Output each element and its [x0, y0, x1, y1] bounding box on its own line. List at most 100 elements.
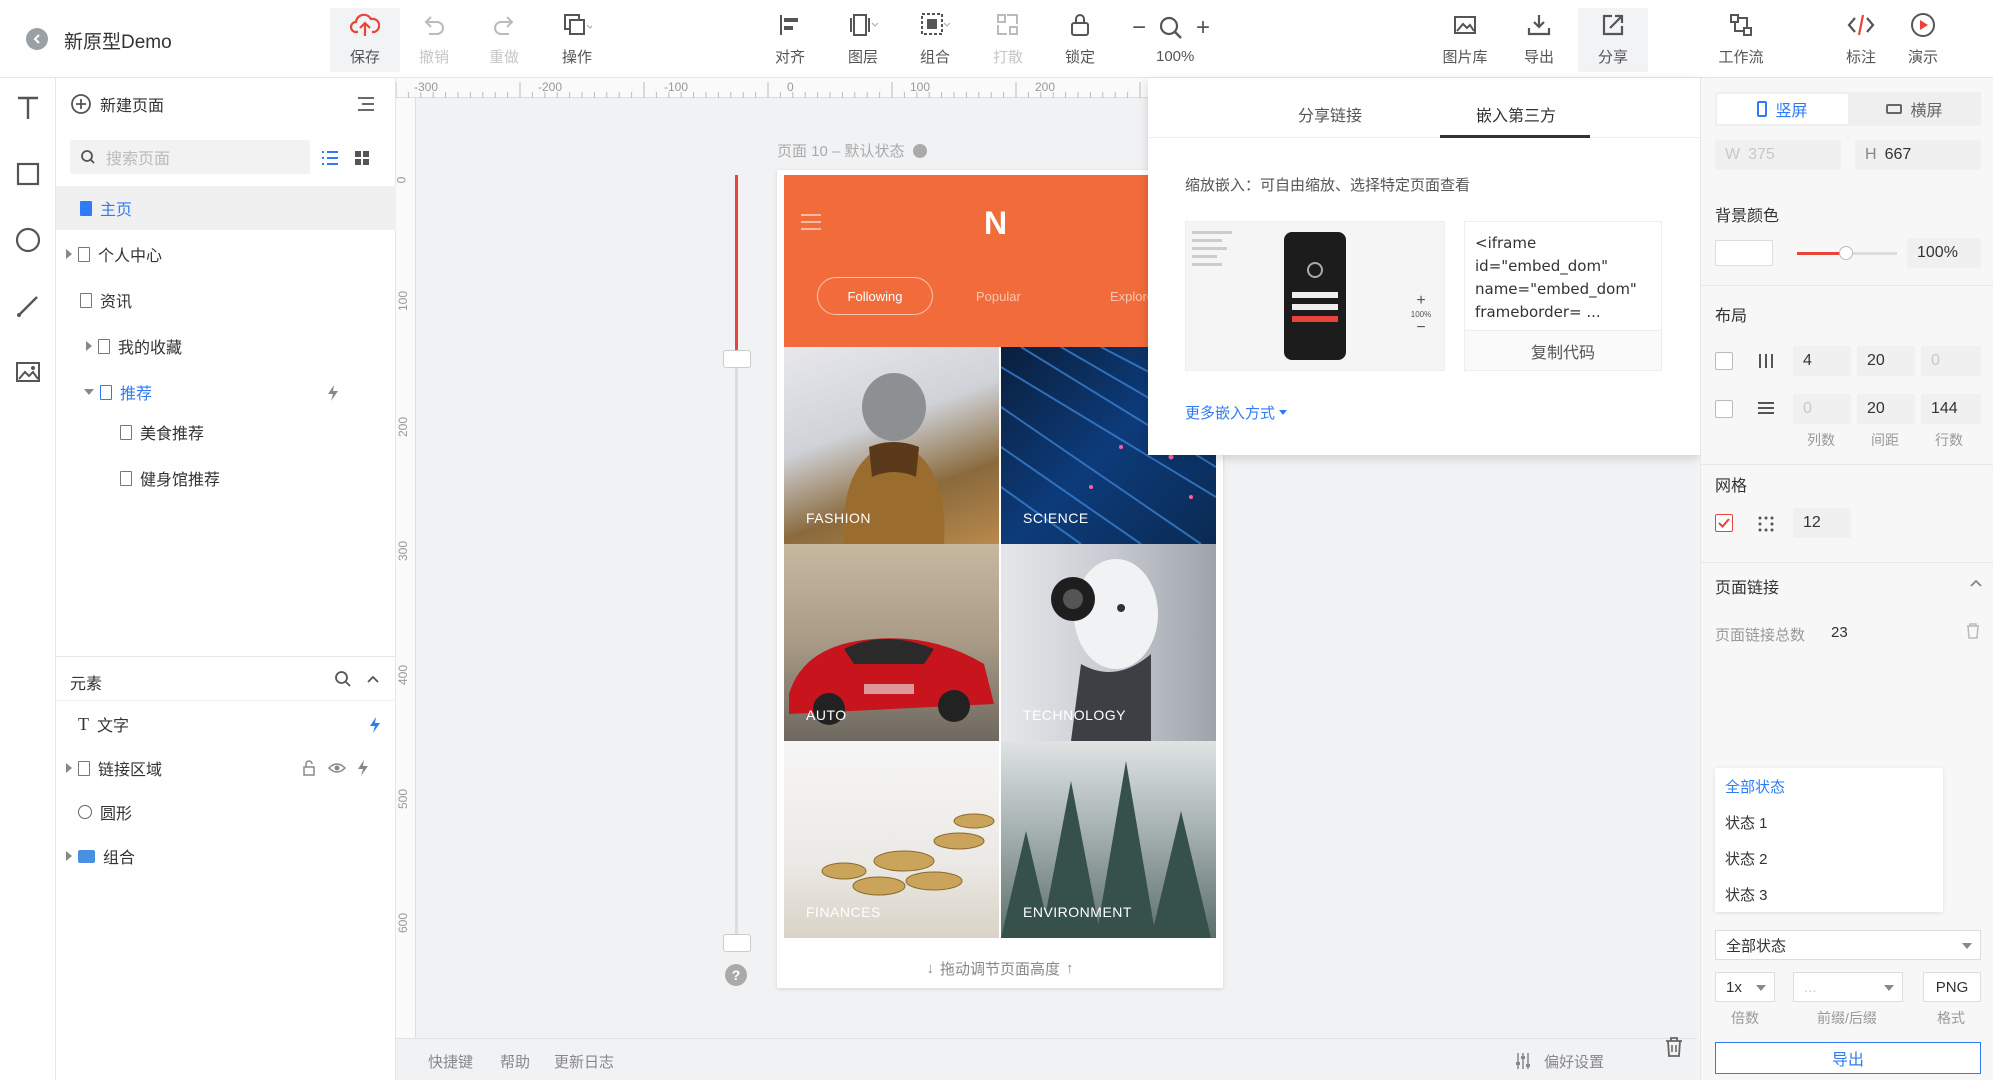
page-menu-icon[interactable] — [356, 96, 376, 112]
tab-embed[interactable]: 嵌入第三方 — [1476, 102, 1556, 126]
tile-technology[interactable]: TECHNOLOGY — [1001, 544, 1216, 741]
state-option-all[interactable]: 全部状态 — [1725, 776, 1785, 797]
tile-auto[interactable]: AUTO — [784, 544, 999, 741]
help-link[interactable]: 帮助 — [500, 1051, 530, 1072]
page-item-gym[interactable]: 健身馆推荐 — [56, 456, 396, 500]
state-option-2[interactable]: 状态 2 — [1725, 848, 1768, 869]
collapse-arrow-icon[interactable] — [84, 389, 94, 395]
lock-button[interactable]: 锁定 — [1045, 8, 1115, 72]
tile-finances[interactable]: FINANCES — [784, 741, 999, 938]
element-item-group[interactable]: 组合 — [56, 834, 396, 878]
changelog-link[interactable]: 更新日志 — [554, 1051, 614, 1072]
embed-code-box[interactable]: <iframe id="embed_dom" name="embed_dom" … — [1464, 221, 1662, 371]
help-icon[interactable]: ? — [725, 964, 747, 986]
page-item-profile[interactable]: 个人中心 — [56, 232, 396, 276]
tab-following[interactable]: Following — [817, 277, 933, 315]
opacity-slider-handle[interactable] — [1839, 246, 1853, 260]
settings-gear-icon[interactable] — [912, 143, 927, 158]
delete-icon[interactable] — [1965, 622, 1981, 640]
page-item-recommend[interactable]: 推荐 — [56, 370, 396, 414]
rows-value[interactable]: 0 — [1793, 394, 1851, 424]
ungroup-button[interactable]: 打散 — [973, 8, 1043, 72]
tile-fashion[interactable]: FASHION — [784, 347, 999, 544]
tile-environment[interactable]: ENVIRONMENT — [1001, 741, 1216, 938]
slider-handle-bottom[interactable] — [723, 934, 751, 952]
width-field[interactable]: W 375 — [1715, 140, 1841, 170]
scale-select[interactable]: 1x — [1715, 972, 1775, 1002]
columns-gap[interactable]: 20 — [1857, 346, 1915, 376]
slider-handle-top[interactable] — [723, 350, 751, 368]
annotate-button[interactable]: 标注 — [1826, 8, 1896, 72]
columns-count[interactable]: 4 — [1793, 346, 1851, 376]
landscape-button[interactable]: 横屏 — [1850, 94, 1979, 124]
opacity-field[interactable]: 100% — [1907, 238, 1981, 268]
element-item-link-area[interactable]: 链接区域 — [56, 746, 396, 790]
state-option-1[interactable]: 状态 1 — [1725, 812, 1768, 833]
tab-popular[interactable]: Popular — [976, 289, 1021, 304]
tab-share-link[interactable]: 分享链接 — [1298, 102, 1362, 126]
list-view-icon[interactable] — [316, 144, 344, 172]
present-button[interactable]: 演示 — [1888, 8, 1958, 72]
expand-arrow-icon[interactable] — [66, 249, 72, 259]
portrait-button[interactable]: 竖屏 — [1717, 94, 1848, 124]
unlock-icon[interactable] — [302, 760, 316, 776]
export-image-button[interactable]: 导出 — [1715, 1042, 1981, 1074]
share-button[interactable]: 分享 — [1578, 8, 1648, 72]
line-tool-icon[interactable] — [12, 290, 44, 322]
visibility-eye-icon[interactable] — [328, 761, 346, 775]
redo-button[interactable]: 重做 — [469, 8, 539, 72]
save-button[interactable]: 保存 — [330, 8, 400, 72]
prefix-suffix-select[interactable]: ... — [1793, 972, 1903, 1002]
expand-arrow-icon[interactable] — [86, 341, 92, 351]
more-embed-options[interactable]: 更多嵌入方式 — [1185, 402, 1288, 423]
element-item-circle[interactable]: 圆形 — [56, 790, 396, 834]
state-option-3[interactable]: 状态 3 — [1725, 884, 1768, 905]
trash-icon[interactable] — [1662, 1035, 1686, 1059]
copy-code-button[interactable]: 复制代码 — [1465, 330, 1661, 370]
align-button[interactable]: 对齐 — [755, 8, 825, 72]
shortcuts-link[interactable]: 快捷键 — [428, 1051, 473, 1072]
page-item-news[interactable]: 资讯 — [56, 278, 396, 322]
operate-button[interactable]: 操作 — [542, 8, 612, 72]
hamburger-menu-icon[interactable] — [800, 213, 822, 231]
expand-arrow-icon[interactable] — [66, 851, 72, 861]
element-search-icon[interactable] — [334, 670, 352, 688]
collapse-chevron-icon[interactable] — [1969, 578, 1983, 588]
rows-count[interactable]: 144 — [1921, 394, 1981, 424]
zoom-out-icon[interactable]: − — [1132, 14, 1146, 42]
zoom-level[interactable]: 100% — [1156, 48, 1194, 65]
collapse-chevron-icon[interactable] — [366, 674, 380, 684]
preferences-link[interactable]: 偏好设置 — [1544, 1051, 1604, 1072]
zoom-in-icon[interactable]: + — [1196, 14, 1210, 42]
back-icon[interactable] — [26, 28, 48, 50]
zoom-icon[interactable] — [1158, 15, 1184, 41]
expand-arrow-icon[interactable] — [66, 763, 72, 773]
page-item-home[interactable]: 主页 — [56, 186, 396, 230]
format-select[interactable]: PNG — [1923, 972, 1981, 1002]
height-field[interactable]: H 667 — [1855, 140, 1981, 170]
new-page-button[interactable]: 新建页面 — [70, 92, 164, 116]
workflow-button[interactable]: 工作流 — [1706, 8, 1776, 72]
rows-checkbox[interactable] — [1715, 400, 1733, 418]
columns-offset[interactable]: 0 — [1921, 346, 1981, 376]
grid-checkbox[interactable] — [1715, 514, 1733, 532]
undo-button[interactable]: 撤销 — [399, 8, 469, 72]
rectangle-tool-icon[interactable] — [12, 158, 44, 190]
page-item-food[interactable]: 美食推荐 — [56, 410, 396, 454]
page-item-favorites[interactable]: 我的收藏 — [56, 324, 396, 368]
text-tool-icon[interactable] — [12, 92, 44, 124]
grid-size[interactable]: 12 — [1793, 508, 1851, 538]
group-button[interactable]: 组合 — [900, 8, 970, 72]
export-button[interactable]: 导出 — [1504, 8, 1574, 72]
bg-color-swatch[interactable] — [1715, 240, 1773, 266]
layers-button[interactable]: 图层 — [828, 8, 898, 72]
grid-view-icon[interactable] — [348, 144, 376, 172]
image-library-button[interactable]: 图片库 — [1430, 8, 1500, 72]
state-select[interactable]: 全部状态 — [1715, 930, 1981, 960]
image-tool-icon[interactable] — [12, 356, 44, 388]
page-search-field[interactable]: 搜索页面 — [70, 140, 310, 174]
rows-gap[interactable]: 20 — [1857, 394, 1915, 424]
drag-height-hint[interactable]: ↓ 拖动调节页面高度 ↑ — [777, 948, 1223, 988]
columns-checkbox[interactable] — [1715, 352, 1733, 370]
ellipse-tool-icon[interactable] — [12, 224, 44, 256]
